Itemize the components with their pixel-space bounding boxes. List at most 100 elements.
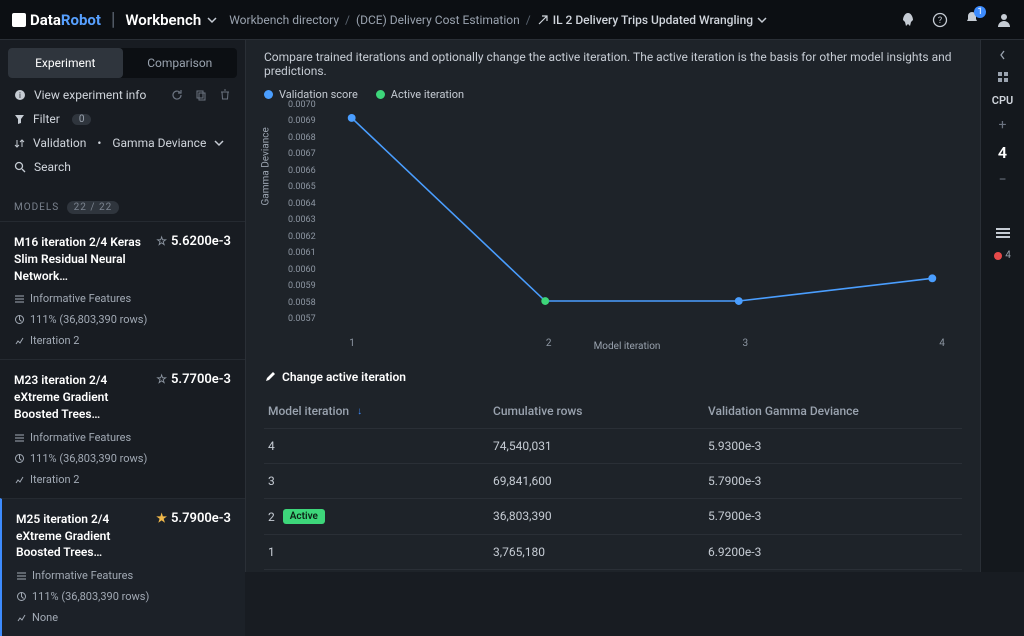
- y-tick: 0.0059: [288, 281, 316, 291]
- y-tick: 0.0064: [288, 199, 316, 209]
- star-icon[interactable]: ☆: [156, 372, 167, 386]
- sort-control[interactable]: Validation • Gamma Deviance: [14, 136, 231, 150]
- filter-icon: [14, 114, 25, 125]
- model-iteration: Iteration 2: [14, 473, 231, 486]
- model-features: Informative Features: [14, 292, 231, 305]
- remove-worker[interactable]: −: [998, 172, 1006, 188]
- sort-desc-icon: ↓: [357, 406, 362, 417]
- rocket-icon[interactable]: [900, 12, 916, 28]
- y-tick: 0.0068: [288, 133, 316, 143]
- y-tick: 0.0060: [288, 265, 316, 275]
- jobs-count: 4: [994, 250, 1011, 261]
- y-tick: 0.0070: [288, 100, 316, 110]
- y-tick: 0.0069: [288, 116, 316, 126]
- add-worker[interactable]: +: [999, 117, 1007, 133]
- model-title: M16 iteration 2/4 Keras Slim Residual Ne…: [14, 234, 154, 284]
- x-tick: 3: [743, 338, 749, 349]
- y-tick: 0.0063: [288, 215, 316, 225]
- models-header: MODELS 22 / 22: [0, 194, 245, 221]
- workbench-dropdown[interactable]: Workbench: [125, 11, 217, 29]
- right-rail: CPU + 4 − 4: [980, 40, 1024, 572]
- chevron-left-icon[interactable]: [998, 50, 1008, 60]
- data-point[interactable]: [348, 114, 356, 122]
- user-icon[interactable]: [996, 12, 1012, 28]
- breadcrumb: Workbench directory / (DCE) Delivery Cos…: [229, 13, 767, 27]
- x-tick: 2: [546, 338, 552, 349]
- copy-icon[interactable]: [195, 89, 207, 101]
- search-icon: [14, 161, 26, 173]
- svg-text:i: i: [19, 91, 21, 100]
- logo[interactable]: DataRobot: [12, 11, 101, 29]
- active-badge: Active: [283, 509, 325, 524]
- y-tick: 0.0062: [288, 232, 316, 242]
- pagination: Previous 1 Next 4 per page 1-4 of 4 item…: [264, 570, 962, 572]
- col-header-iteration[interactable]: Model iteration ↓: [268, 404, 493, 418]
- filter-toggle[interactable]: Filter 0: [14, 112, 231, 126]
- trash-icon[interactable]: [219, 89, 231, 101]
- data-point[interactable]: [541, 297, 549, 305]
- y-axis-label: Gamma Deviance: [261, 127, 272, 205]
- table-row[interactable]: 474,540,0315.9300e-3: [264, 429, 962, 464]
- star-icon[interactable]: ★: [156, 511, 167, 525]
- queue-icon[interactable]: [996, 226, 1010, 240]
- y-tick: 0.0058: [288, 298, 316, 308]
- model-score: ☆5.6200e-3: [156, 234, 231, 249]
- model-card[interactable]: M25 iteration 2/4 eXtreme Gradient Boost…: [0, 498, 245, 636]
- change-active-header[interactable]: Change active iteration: [264, 370, 962, 384]
- y-tick: 0.0066: [288, 166, 316, 176]
- svg-text:?: ?: [938, 16, 942, 26]
- model-title: M23 iteration 2/4 eXtreme Gradient Boost…: [14, 372, 154, 422]
- x-axis-label: Model iteration: [292, 341, 962, 352]
- chevron-down-icon: [757, 15, 767, 25]
- pencil-icon: [264, 371, 276, 383]
- info-icon: i: [14, 89, 26, 101]
- model-sampling: 111% (36,803,390 rows): [14, 313, 231, 326]
- view-experiment-info[interactable]: i View experiment info: [14, 88, 231, 102]
- model-title: M25 iteration 2/4 eXtreme Gradient Boost…: [16, 511, 156, 561]
- model-card[interactable]: M16 iteration 2/4 Keras Slim Residual Ne…: [0, 221, 245, 359]
- y-tick: 0.0061: [288, 248, 316, 258]
- share-icon: [537, 14, 549, 26]
- data-point[interactable]: [735, 297, 743, 305]
- model-sampling: 111% (36,803,390 rows): [14, 452, 231, 465]
- help-icon[interactable]: ?: [932, 12, 948, 28]
- cpu-label: CPU: [992, 94, 1013, 107]
- refresh-icon[interactable]: [171, 89, 183, 101]
- notif-badge: 1: [974, 6, 986, 18]
- col-header-rows[interactable]: Cumulative rows: [493, 404, 708, 418]
- sidebar: Experiment Comparison i View experiment …: [0, 40, 246, 572]
- crumb-current[interactable]: IL 2 Delivery Trips Updated Wrangling: [537, 13, 767, 27]
- crumb-link[interactable]: (DCE) Delivery Cost Estimation: [356, 13, 520, 27]
- notifications-button[interactable]: 1: [964, 10, 980, 30]
- table-row[interactable]: 13,765,1806.9200e-3: [264, 535, 962, 570]
- crumb-link[interactable]: Workbench directory: [229, 13, 339, 27]
- table-row[interactable]: 369,841,6005.7900e-3: [264, 464, 962, 499]
- grid-icon[interactable]: [996, 70, 1010, 84]
- logo-icon: [12, 13, 26, 27]
- star-icon[interactable]: ☆: [156, 234, 167, 248]
- tab-experiment[interactable]: Experiment: [8, 48, 123, 78]
- model-features: Informative Features: [16, 569, 231, 582]
- tab-comparison[interactable]: Comparison: [123, 48, 238, 78]
- error-dot-icon: [994, 252, 1002, 260]
- model-card[interactable]: M23 iteration 2/4 eXtreme Gradient Boost…: [0, 359, 245, 497]
- chart-legend: Validation score Active iteration: [264, 88, 962, 101]
- intro-text: Compare trained iterations and optionall…: [264, 50, 962, 78]
- y-tick: 0.0067: [288, 149, 316, 159]
- x-tick: 1: [349, 338, 355, 349]
- data-point[interactable]: [928, 274, 936, 282]
- worker-count: 4: [998, 143, 1007, 162]
- model-score: ★5.7900e-3: [156, 511, 231, 526]
- table-row[interactable]: 2 Active36,803,3905.7900e-3: [264, 499, 962, 535]
- x-tick: 4: [939, 338, 945, 349]
- col-header-validation[interactable]: Validation Gamma Deviance: [708, 404, 958, 418]
- model-sampling: 111% (36,803,390 rows): [16, 590, 231, 603]
- iteration-chart: Gamma Deviance 0.00570.00580.00590.00600…: [292, 105, 962, 335]
- chevron-down-icon: [214, 138, 224, 148]
- model-features: Informative Features: [14, 431, 231, 444]
- y-tick: 0.0065: [288, 182, 316, 192]
- search-button[interactable]: Search: [14, 160, 231, 174]
- y-tick: 0.0057: [288, 314, 316, 324]
- content-panel: Compare trained iterations and optionall…: [246, 40, 980, 572]
- chevron-down-icon: [207, 15, 217, 25]
